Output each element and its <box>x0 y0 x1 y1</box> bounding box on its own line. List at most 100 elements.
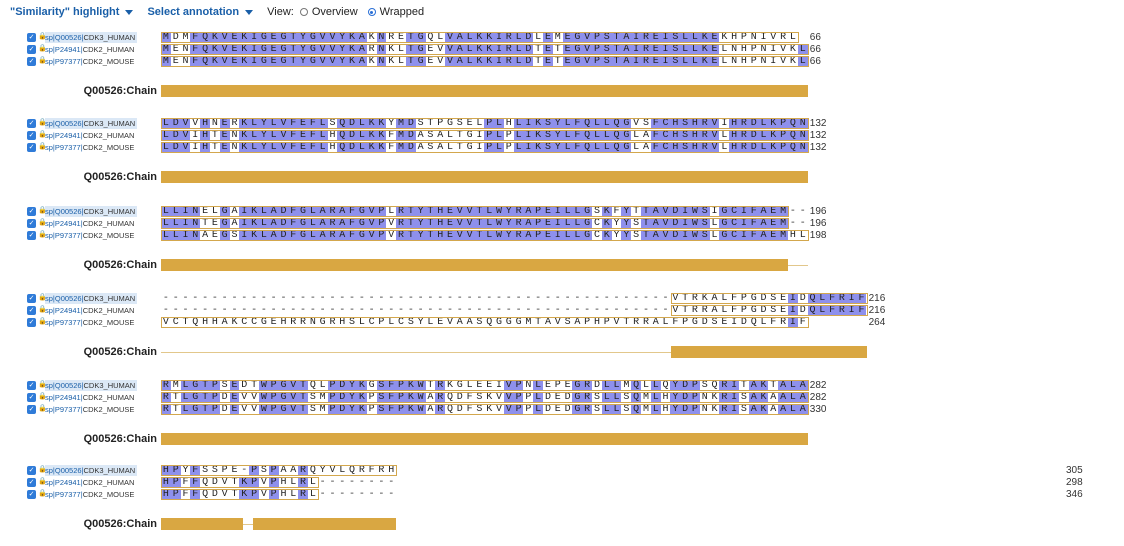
sequence-checkbox[interactable]: ✓ <box>27 218 36 228</box>
sequence-name[interactable]: CDK3_HUMAN <box>84 119 136 128</box>
sequence-accession[interactable]: sp|P24941| <box>45 45 83 54</box>
sequence-checkbox[interactable]: ✓ <box>27 207 36 216</box>
residue-cell: V <box>180 141 191 153</box>
sequence-label[interactable]: sp|P97377|CDK2_MOUSE <box>45 230 136 241</box>
sequence-name[interactable]: CDK3_HUMAN <box>84 381 136 390</box>
sequence-name[interactable]: CDK2_MOUSE <box>83 490 135 499</box>
sequence-name[interactable]: CDK2_HUMAN <box>83 306 135 315</box>
chain-gap-line[interactable] <box>243 523 254 525</box>
overview-radio-label[interactable]: Overview <box>312 6 358 18</box>
sequence-checkbox[interactable]: ✓ <box>27 230 36 240</box>
sequence-label[interactable]: sp|Q00526|CDK3_HUMAN <box>45 465 138 476</box>
residue-cell: V <box>180 129 191 141</box>
overview-radio[interactable] <box>299 8 308 16</box>
residue-cell: M <box>161 32 171 43</box>
sequence-accession[interactable]: sp|P97377| <box>45 490 83 499</box>
chevron-down-icon[interactable] <box>125 9 134 15</box>
sequence-accession[interactable]: sp|Q00526| <box>45 33 84 42</box>
chevron-down-icon[interactable] <box>245 9 254 15</box>
residue-cell: F <box>748 217 759 229</box>
sequence-accession[interactable]: sp|Q00526| <box>45 294 84 303</box>
sequence-name[interactable]: CDK2_HUMAN <box>83 219 135 228</box>
sequence-accession[interactable]: sp|P97377| <box>45 318 83 327</box>
sequence-label[interactable]: sp|Q00526|CDK3_HUMAN <box>45 380 138 391</box>
chain-feature-bar[interactable] <box>161 518 244 530</box>
chain-feature-bar[interactable] <box>670 346 867 358</box>
sequence-accession[interactable]: sp|P97377| <box>45 231 83 240</box>
sequence-checkbox[interactable]: ✓ <box>27 130 36 140</box>
sequence-name[interactable]: CDK2_MOUSE <box>83 405 135 414</box>
sequence-label[interactable]: sp|P97377|CDK2_MOUSE <box>45 404 136 415</box>
sequence-name[interactable]: CDK2_MOUSE <box>83 231 135 240</box>
sequence-accession[interactable]: sp|Q00526| <box>45 207 84 216</box>
chain-feature-bar[interactable] <box>161 171 808 183</box>
sequence-accession[interactable]: sp|P97377| <box>45 143 83 152</box>
sequence-accession[interactable]: sp|P24941| <box>45 393 83 402</box>
sequence-name[interactable]: CDK2_MOUSE <box>83 318 135 327</box>
sequence-name[interactable]: CDK2_HUMAN <box>83 478 135 487</box>
chain-feature-bar[interactable] <box>161 85 808 97</box>
residue-cell: W <box>494 206 504 217</box>
sequence-accession[interactable]: sp|P97377| <box>45 405 83 414</box>
wrapped-radio[interactable] <box>367 8 376 16</box>
sequence-name[interactable]: CDK3_HUMAN <box>84 466 136 475</box>
sequence-name[interactable]: CDK3_HUMAN <box>84 33 136 42</box>
sequence-label[interactable]: sp|P97377|CDK2_MOUSE <box>45 142 136 153</box>
sequence-accession[interactable]: sp|P24941| <box>45 131 83 140</box>
sequence-accession[interactable]: sp|P24941| <box>45 306 83 315</box>
sequence-label[interactable]: sp|P24941|CDK2_HUMAN <box>45 477 136 488</box>
residue-cell: - <box>368 304 375 316</box>
sequence-name[interactable]: CDK2_HUMAN <box>83 393 135 402</box>
sequence-label[interactable]: sp|Q00526|CDK3_HUMAN <box>45 206 138 217</box>
sequence-label[interactable]: sp|Q00526|CDK3_HUMAN <box>45 293 138 304</box>
residue-cell: S <box>376 403 387 415</box>
sequence-name[interactable]: CDK3_HUMAN <box>84 294 136 303</box>
wrapped-radio-label[interactable]: Wrapped <box>380 6 424 18</box>
sequence-checkbox[interactable]: ✓ <box>27 44 36 54</box>
sequence-name[interactable]: CDK2_MOUSE <box>83 57 135 66</box>
sequence-label[interactable]: sp|P97377|CDK2_MOUSE <box>45 56 136 67</box>
sequence-checkbox[interactable]: ✓ <box>27 317 36 327</box>
residue-cell: V <box>464 217 475 229</box>
sequence-checkbox[interactable]: ✓ <box>27 142 36 152</box>
chain-feature-bar[interactable] <box>161 433 808 445</box>
sequence-checkbox[interactable]: ✓ <box>27 477 36 487</box>
sequence-label[interactable]: sp|P24941|CDK2_HUMAN <box>45 218 136 229</box>
sequence-accession[interactable]: sp|P24941| <box>45 478 83 487</box>
sequence-label[interactable]: sp|P24941|CDK2_HUMAN <box>45 305 136 316</box>
sequence-checkbox[interactable]: ✓ <box>27 404 36 414</box>
sequence-label[interactable]: sp|P97377|CDK2_MOUSE <box>45 489 136 500</box>
sequence-name[interactable]: CDK2_HUMAN <box>83 45 135 54</box>
select-annotation-dropdown[interactable]: Select annotation <box>147 6 239 18</box>
sequence-label[interactable]: sp|P24941|CDK2_HUMAN <box>45 392 136 403</box>
sequence-label[interactable]: sp|Q00526|CDK3_HUMAN <box>45 118 138 129</box>
sequence-label[interactable]: sp|P24941|CDK2_HUMAN <box>45 130 136 141</box>
chain-feature-bar[interactable] <box>161 259 789 271</box>
sequence-checkbox[interactable]: ✓ <box>27 56 36 66</box>
sequence-label[interactable]: sp|P97377|CDK2_MOUSE <box>45 317 136 328</box>
residue-cell: - <box>574 304 581 316</box>
sequence-checkbox[interactable]: ✓ <box>27 294 36 303</box>
sequence-checkbox[interactable]: ✓ <box>27 305 36 315</box>
chain-gap-line[interactable] <box>788 264 808 266</box>
sequence-name[interactable]: CDK2_MOUSE <box>83 143 135 152</box>
sequence-name[interactable]: CDK2_HUMAN <box>83 131 135 140</box>
chain-feature-bar[interactable] <box>253 518 397 530</box>
sequence-checkbox[interactable]: ✓ <box>27 392 36 402</box>
sequence-accession[interactable]: sp|P24941| <box>45 219 83 228</box>
chain-gap-line[interactable] <box>161 351 671 353</box>
sequence-checkbox[interactable]: ✓ <box>27 119 36 128</box>
sequence-checkbox[interactable]: ✓ <box>27 489 36 499</box>
residue-cell: L <box>601 380 612 391</box>
sequence-accession[interactable]: sp|Q00526| <box>45 119 84 128</box>
sequence-accession[interactable]: sp|Q00526| <box>45 381 84 390</box>
sequence-label[interactable]: sp|Q00526|CDK3_HUMAN <box>45 32 138 43</box>
sequence-checkbox[interactable]: ✓ <box>27 381 36 390</box>
sequence-label[interactable]: sp|P24941|CDK2_HUMAN <box>45 44 136 55</box>
sequence-checkbox[interactable]: ✓ <box>27 466 36 475</box>
sequence-accession[interactable]: sp|P97377| <box>45 57 83 66</box>
sequence-name[interactable]: CDK3_HUMAN <box>84 207 136 216</box>
sequence-checkbox[interactable]: ✓ <box>27 33 36 42</box>
similarity-highlight-dropdown[interactable]: "Similarity" highlight <box>10 6 119 18</box>
sequence-accession[interactable]: sp|Q00526| <box>45 466 84 475</box>
